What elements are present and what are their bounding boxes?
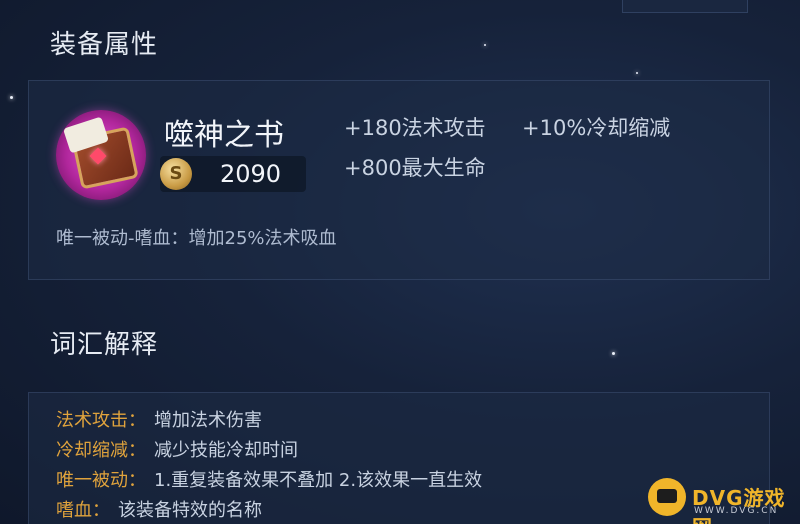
glossary-term: 嗜血： bbox=[56, 500, 110, 521]
glossary-row: 冷却缩减： 减少技能冷却时间 bbox=[56, 436, 298, 462]
glossary-term: 法术攻击： bbox=[56, 410, 146, 431]
attributes-section-title: 装备属性 bbox=[50, 30, 159, 60]
item-name: 噬神之书 bbox=[164, 118, 284, 153]
glossary-definition: 该装备特效的名称 bbox=[118, 500, 262, 521]
top-tab[interactable] bbox=[622, 0, 748, 13]
book-icon[interactable] bbox=[56, 110, 146, 200]
item-price: 2090 bbox=[220, 160, 282, 188]
stat-magic-attack: +180法术攻击 bbox=[344, 116, 486, 140]
glossary-row: 法术攻击： 增加法术伤害 bbox=[56, 406, 262, 432]
glossary-definition: 增加法术伤害 bbox=[154, 410, 262, 431]
glossary-row: 唯一被动： 1.重复装备效果不叠加 2.该效果一直生效 bbox=[56, 466, 482, 492]
glossary-term: 唯一被动： bbox=[56, 470, 146, 491]
background-star bbox=[484, 44, 486, 46]
background-star bbox=[10, 96, 13, 99]
background-star bbox=[612, 352, 615, 355]
item-passive: 唯一被动-嗜血：增加25%法术吸血 bbox=[56, 228, 337, 249]
stat-max-health: +800最大生命 bbox=[344, 156, 486, 180]
glossary-section-title: 词汇解释 bbox=[50, 330, 159, 360]
watermark-logo: DVG游戏网 WWW.DVG.CN bbox=[648, 478, 796, 524]
stat-cooldown-reduction: +10%冷却缩减 bbox=[522, 116, 671, 140]
watermark-brand: DVG游戏网 bbox=[692, 486, 786, 524]
glossary-definition: 减少技能冷却时间 bbox=[154, 440, 298, 461]
watermark-domain: WWW.DVG.CN bbox=[694, 506, 779, 516]
glossary-definition: 1.重复装备效果不叠加 2.该效果一直生效 bbox=[154, 470, 483, 491]
glossary-term: 冷却缩减： bbox=[56, 440, 146, 461]
background-star bbox=[636, 72, 638, 74]
gold-coin-icon: S bbox=[160, 158, 192, 190]
glossary-row: 嗜血： 该装备特效的名称 bbox=[56, 496, 262, 522]
gamepad-logo-icon bbox=[648, 478, 686, 516]
